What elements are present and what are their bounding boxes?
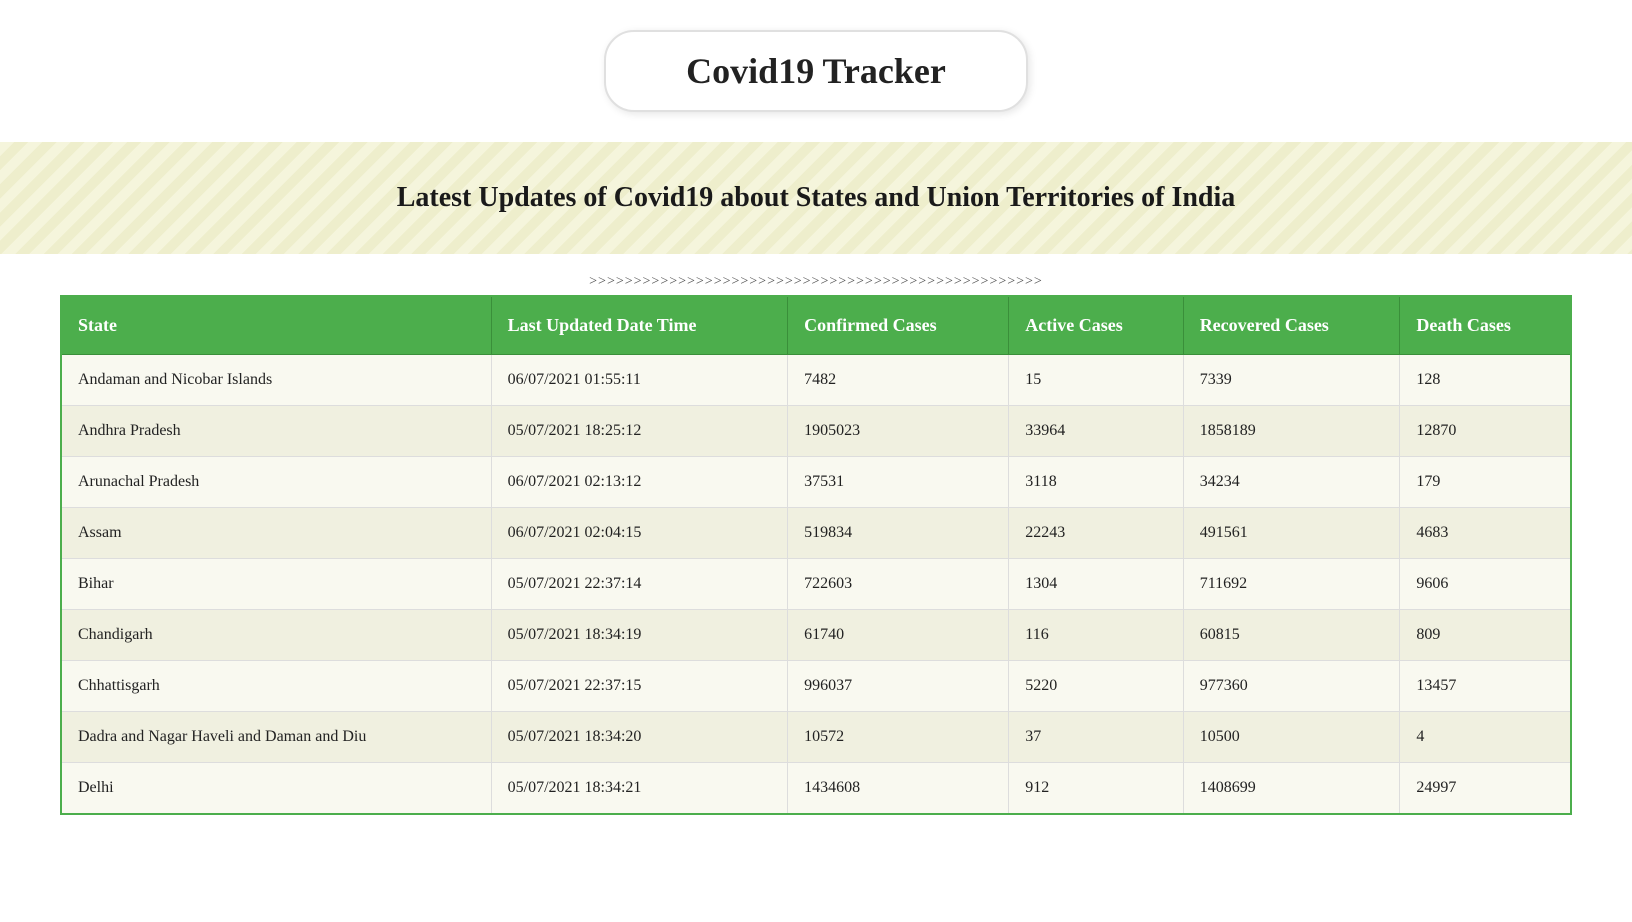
col-active: Active Cases xyxy=(1009,296,1183,355)
cell-confirmed: 519834 xyxy=(788,508,1009,559)
cell-recovered: 7339 xyxy=(1183,355,1400,406)
table-row: Andhra Pradesh05/07/2021 18:25:121905023… xyxy=(61,406,1571,457)
cell-deaths: 12870 xyxy=(1400,406,1571,457)
cell-recovered: 491561 xyxy=(1183,508,1400,559)
table-row: Dadra and Nagar Haveli and Daman and Diu… xyxy=(61,712,1571,763)
cell-updated: 05/07/2021 18:34:21 xyxy=(491,763,787,815)
cell-active: 37 xyxy=(1009,712,1183,763)
cell-confirmed: 61740 xyxy=(788,610,1009,661)
cell-updated: 05/07/2021 18:25:12 xyxy=(491,406,787,457)
cell-recovered: 1408699 xyxy=(1183,763,1400,815)
cell-active: 912 xyxy=(1009,763,1183,815)
table-row: Delhi05/07/2021 18:34:211434608912140869… xyxy=(61,763,1571,815)
page-title: Covid19 Tracker xyxy=(686,50,946,92)
cell-state: Dadra and Nagar Haveli and Daman and Diu xyxy=(61,712,491,763)
cell-deaths: 4 xyxy=(1400,712,1571,763)
cell-active: 3118 xyxy=(1009,457,1183,508)
cell-updated: 06/07/2021 02:04:15 xyxy=(491,508,787,559)
cell-deaths: 24997 xyxy=(1400,763,1571,815)
cell-active: 15 xyxy=(1009,355,1183,406)
table-container: State Last Updated Date Time Confirmed C… xyxy=(0,295,1632,855)
cell-active: 33964 xyxy=(1009,406,1183,457)
cell-state: Delhi xyxy=(61,763,491,815)
cell-confirmed: 1434608 xyxy=(788,763,1009,815)
header-section: Covid19 Tracker xyxy=(0,0,1632,132)
cell-updated: 05/07/2021 18:34:20 xyxy=(491,712,787,763)
cell-confirmed: 1905023 xyxy=(788,406,1009,457)
cell-state: Arunachal Pradesh xyxy=(61,457,491,508)
table-row: Arunachal Pradesh06/07/2021 02:13:123753… xyxy=(61,457,1571,508)
cell-state: Andhra Pradesh xyxy=(61,406,491,457)
cell-confirmed: 722603 xyxy=(788,559,1009,610)
cell-recovered: 1858189 xyxy=(1183,406,1400,457)
table-row: Chhattisgarh05/07/2021 22:37:15996037522… xyxy=(61,661,1571,712)
table-row: Assam06/07/2021 02:04:155198342224349156… xyxy=(61,508,1571,559)
cell-deaths: 9606 xyxy=(1400,559,1571,610)
cell-state: Chhattisgarh xyxy=(61,661,491,712)
cell-recovered: 10500 xyxy=(1183,712,1400,763)
cell-updated: 05/07/2021 22:37:14 xyxy=(491,559,787,610)
col-deaths: Death Cases xyxy=(1400,296,1571,355)
cell-deaths: 179 xyxy=(1400,457,1571,508)
cell-confirmed: 7482 xyxy=(788,355,1009,406)
table-row: Chandigarh05/07/2021 18:34:1961740116608… xyxy=(61,610,1571,661)
cell-state: Andaman and Nicobar Islands xyxy=(61,355,491,406)
col-confirmed: Confirmed Cases xyxy=(788,296,1009,355)
cell-recovered: 34234 xyxy=(1183,457,1400,508)
cell-active: 116 xyxy=(1009,610,1183,661)
cell-updated: 06/07/2021 02:13:12 xyxy=(491,457,787,508)
cell-deaths: 128 xyxy=(1400,355,1571,406)
cell-recovered: 60815 xyxy=(1183,610,1400,661)
cell-deaths: 809 xyxy=(1400,610,1571,661)
cell-updated: 06/07/2021 01:55:11 xyxy=(491,355,787,406)
banner-section: Latest Updates of Covid19 about States a… xyxy=(0,142,1632,254)
table-row: Bihar05/07/2021 22:37:147226031304711692… xyxy=(61,559,1571,610)
cell-active: 1304 xyxy=(1009,559,1183,610)
table-header-row: State Last Updated Date Time Confirmed C… xyxy=(61,296,1571,355)
cell-recovered: 711692 xyxy=(1183,559,1400,610)
cell-active: 5220 xyxy=(1009,661,1183,712)
cell-deaths: 4683 xyxy=(1400,508,1571,559)
title-box: Covid19 Tracker xyxy=(604,30,1028,112)
col-updated: Last Updated Date Time xyxy=(491,296,787,355)
cell-confirmed: 996037 xyxy=(788,661,1009,712)
cell-state: Bihar xyxy=(61,559,491,610)
cell-updated: 05/07/2021 18:34:19 xyxy=(491,610,787,661)
cell-confirmed: 10572 xyxy=(788,712,1009,763)
covid-table: State Last Updated Date Time Confirmed C… xyxy=(60,295,1572,815)
col-state: State xyxy=(61,296,491,355)
cell-state: Assam xyxy=(61,508,491,559)
arrows-row: >>>>>>>>>>>>>>>>>>>>>>>>>>>>>>>>>>>>>>>>… xyxy=(0,264,1632,295)
banner-title: Latest Updates of Covid19 about States a… xyxy=(60,182,1572,214)
cell-deaths: 13457 xyxy=(1400,661,1571,712)
cell-confirmed: 37531 xyxy=(788,457,1009,508)
table-row: Andaman and Nicobar Islands06/07/2021 01… xyxy=(61,355,1571,406)
cell-active: 22243 xyxy=(1009,508,1183,559)
cell-state: Chandigarh xyxy=(61,610,491,661)
col-recovered: Recovered Cases xyxy=(1183,296,1400,355)
cell-recovered: 977360 xyxy=(1183,661,1400,712)
cell-updated: 05/07/2021 22:37:15 xyxy=(491,661,787,712)
